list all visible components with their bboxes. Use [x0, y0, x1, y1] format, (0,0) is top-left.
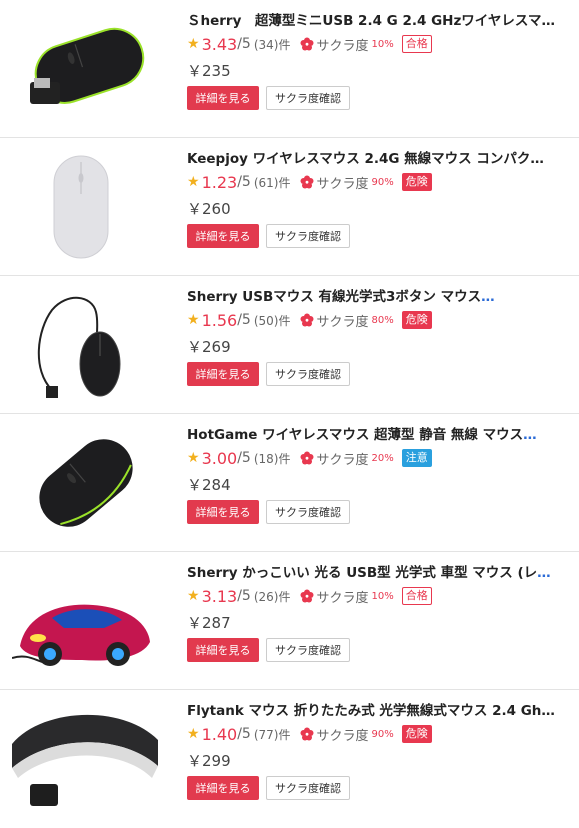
detail-button[interactable]: 詳細を見る: [187, 224, 259, 248]
sakura-check-button[interactable]: サクラ度確認: [266, 776, 350, 800]
sakura-icon: [300, 451, 314, 465]
rating-value: 1.23: [201, 172, 238, 192]
status-badge: 危険: [401, 725, 432, 743]
price: ￥284: [187, 476, 231, 494]
product-title[interactable]: Keepjoy ワイヤレスマウス 2.4G 無線マウス コンパクト…: [187, 150, 557, 168]
status-badge: 危険: [401, 311, 432, 329]
sakura-percent: 90%: [371, 728, 394, 740]
product-item: Keepjoy ワイヤレスマウス 2.4G 無線マウス コンパクト… ★ 1.2…: [0, 138, 579, 276]
detail-button[interactable]: 詳細を見る: [187, 86, 259, 110]
sakura-check-button[interactable]: サクラ度確認: [266, 224, 350, 248]
review-count: (77)件: [253, 727, 291, 742]
rating-value: 3.13: [201, 586, 238, 606]
sakura-icon: [300, 313, 314, 327]
rating-value: 3.00: [201, 448, 238, 468]
product-title[interactable]: Sherry かっこいい 光る USB型 光学式 車型 マウス (レ…: [187, 564, 557, 582]
product-item: Flytank マウス 折りたたみ式 光学無線式マウス 2.4 Ghz… ★ 1…: [0, 690, 579, 828]
review-count: (50)件: [253, 313, 291, 328]
sakura-percent: 10%: [371, 590, 394, 602]
review-count: (34)件: [253, 37, 291, 52]
product-item: Sherry USBマウス 有線光学式3ボタン マウス… ★ 1.56/5 (5…: [0, 276, 579, 414]
product-image[interactable]: [12, 704, 160, 814]
star-icon: ★: [187, 174, 200, 190]
rating-value: 3.43: [201, 34, 238, 54]
detail-button[interactable]: 詳細を見る: [187, 776, 259, 800]
product-item: HotGame ワイヤレスマウス 超薄型 静音 無線 マウス… ★ 3.00/5…: [0, 414, 579, 552]
product-image[interactable]: [12, 290, 160, 400]
sakura-icon: [300, 589, 314, 603]
price: ￥235: [187, 62, 231, 80]
review-count: (61)件: [253, 175, 291, 190]
price: ￥269: [187, 338, 231, 356]
sakura-icon: [300, 175, 314, 189]
price: ￥287: [187, 614, 231, 632]
product-list: Ｓherry 超薄型ミニUSB 2.4 G 2.4 GHzワイヤレスマウス… ★…: [0, 0, 579, 828]
product-image[interactable]: [12, 566, 160, 676]
product-image[interactable]: [12, 14, 160, 124]
status-badge: 危険: [401, 173, 432, 191]
status-badge: 合格: [401, 35, 432, 53]
sakura-check-button[interactable]: サクラ度確認: [266, 638, 350, 662]
product-title[interactable]: Sherry USBマウス 有線光学式3ボタン マウス…: [187, 288, 557, 306]
detail-button[interactable]: 詳細を見る: [187, 362, 259, 386]
review-count: (18)件: [253, 451, 291, 466]
price: ￥260: [187, 200, 231, 218]
sakura-percent: 10%: [371, 38, 394, 50]
sakura-icon: [300, 37, 314, 51]
product-title[interactable]: HotGame ワイヤレスマウス 超薄型 静音 無線 マウス…: [187, 426, 557, 444]
product-image[interactable]: [12, 152, 160, 262]
product-title[interactable]: Flytank マウス 折りたたみ式 光学無線式マウス 2.4 Ghz…: [187, 702, 557, 720]
product-item: Sherry かっこいい 光る USB型 光学式 車型 マウス (レ… ★ 3.…: [0, 552, 579, 690]
star-icon: ★: [187, 312, 200, 328]
star-icon: ★: [187, 588, 200, 604]
sakura-icon: [300, 727, 314, 741]
rating-value: 1.40: [201, 724, 238, 744]
detail-button[interactable]: 詳細を見る: [187, 500, 259, 524]
product-item: Ｓherry 超薄型ミニUSB 2.4 G 2.4 GHzワイヤレスマウス… ★…: [0, 0, 579, 138]
sakura-percent: 90%: [371, 176, 394, 188]
star-icon: ★: [187, 36, 200, 52]
status-badge: 注意: [401, 449, 432, 467]
star-icon: ★: [187, 450, 200, 466]
price: ￥299: [187, 752, 231, 770]
sakura-check-button[interactable]: サクラ度確認: [266, 500, 350, 524]
sakura-percent: 80%: [371, 314, 394, 326]
sakura-check-button[interactable]: サクラ度確認: [266, 86, 350, 110]
sakura-percent: 20%: [371, 452, 394, 464]
status-badge: 合格: [401, 587, 432, 605]
review-count: (26)件: [253, 589, 291, 604]
product-image[interactable]: [12, 428, 160, 538]
sakura-check-button[interactable]: サクラ度確認: [266, 362, 350, 386]
product-title[interactable]: Ｓherry 超薄型ミニUSB 2.4 G 2.4 GHzワイヤレスマウス…: [187, 12, 557, 30]
detail-button[interactable]: 詳細を見る: [187, 638, 259, 662]
rating-value: 1.56: [201, 310, 238, 330]
star-icon: ★: [187, 726, 200, 742]
